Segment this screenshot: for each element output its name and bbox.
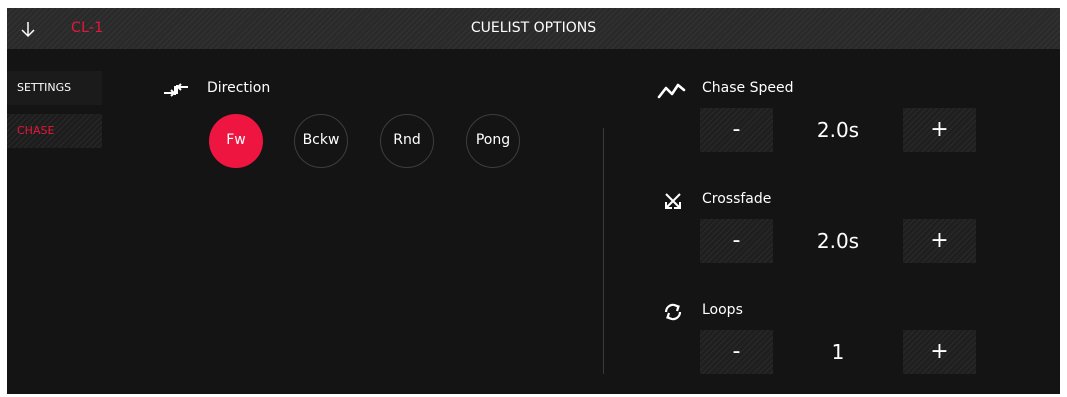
cuelist-options-panel: CL-1 CUELIST OPTIONS SETTINGS CHASE Dire… <box>7 8 1060 394</box>
tab-chase[interactable]: CHASE <box>7 114 102 148</box>
header-bar: CL-1 CUELIST OPTIONS <box>7 8 1060 49</box>
chase-speed-increase-button[interactable]: + <box>903 108 976 152</box>
chase-speed-decrease-button[interactable]: - <box>700 108 773 152</box>
direction-bckw-button[interactable]: Bckw <box>294 114 348 168</box>
crossfade-icon <box>663 191 689 211</box>
chase-speed-value: 2.0s <box>816 118 860 142</box>
direction-fw-button[interactable]: Fw <box>209 114 263 168</box>
loop-icon <box>662 302 688 322</box>
crossfade-increase-button[interactable]: + <box>903 219 976 263</box>
page-title: CUELIST OPTIONS <box>470 20 597 36</box>
chase-speed-icon <box>657 81 686 101</box>
loops-increase-button[interactable]: + <box>903 330 976 374</box>
tab-settings[interactable]: SETTINGS <box>7 71 102 105</box>
direction-pong-button[interactable]: Pong <box>466 114 520 168</box>
crossfade-label: Crossfade <box>702 191 772 207</box>
crossfade-value: 2.0s <box>816 229 860 253</box>
chase-speed-label: Chase Speed <box>702 80 794 96</box>
loops-value: 1 <box>831 340 845 364</box>
crossfade-decrease-button[interactable]: - <box>700 219 773 263</box>
direction-arrows-icon <box>163 80 189 100</box>
loops-decrease-button[interactable]: - <box>700 330 773 374</box>
direction-rnd-button[interactable]: Rnd <box>380 114 434 168</box>
loops-label: Loops <box>702 302 743 318</box>
direction-label: Direction <box>207 80 271 96</box>
section-divider <box>603 128 604 374</box>
